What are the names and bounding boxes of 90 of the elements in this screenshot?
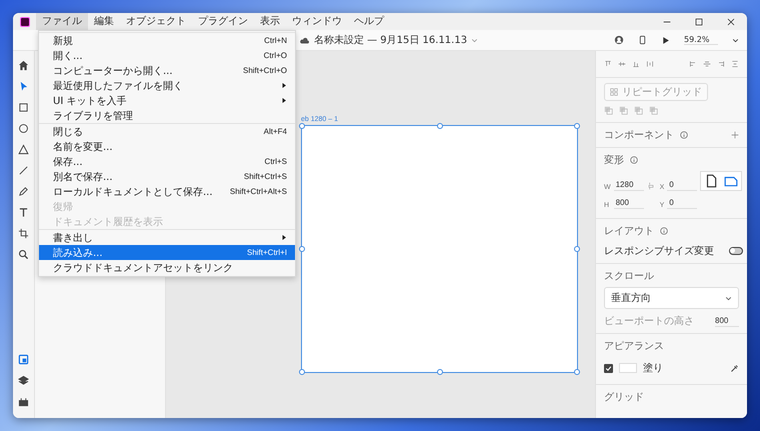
section-title: アピアランス: [604, 341, 664, 352]
check-icon: [605, 364, 612, 372]
layers-icon[interactable]: [18, 375, 29, 386]
menu-item[interactable]: 読み込み... Shift+Ctrl+I: [39, 245, 295, 260]
field-label: ビューポートの高さ: [604, 314, 694, 328]
menu-item[interactable]: ライブラリを管理: [39, 108, 295, 123]
mobile-icon[interactable]: [638, 35, 647, 45]
menu-item[interactable]: 表示: [254, 13, 286, 30]
menu-item[interactable]: 最近使用したファイルを開く: [39, 78, 295, 93]
submenu-arrow-icon: [281, 234, 287, 241]
eyedropper-icon[interactable]: [730, 364, 739, 372]
artboard-tool-icon[interactable]: [18, 228, 29, 239]
menu-item[interactable]: 名前を変更...: [39, 139, 295, 154]
chevron-down-icon: [725, 294, 732, 302]
play-icon[interactable]: [661, 36, 670, 44]
info-icon[interactable]: [630, 156, 638, 164]
align-icon[interactable]: [618, 60, 626, 68]
pen-tool-icon[interactable]: [18, 186, 29, 197]
menu-item[interactable]: 書き出し: [39, 230, 295, 245]
resize-handle[interactable]: [299, 246, 305, 252]
section-title: グリッド: [604, 392, 644, 403]
triangle-tool-icon[interactable]: [18, 144, 29, 155]
menu-item[interactable]: ファイル: [36, 13, 88, 30]
maximize-icon[interactable]: [695, 18, 703, 26]
align-icon[interactable]: [689, 60, 697, 68]
info-icon[interactable]: [680, 131, 688, 139]
section-title: スクロール: [604, 271, 654, 282]
fill-label: 塗り: [643, 362, 663, 375]
resize-handle[interactable]: [299, 369, 305, 375]
app-logo-icon: [20, 16, 30, 26]
input-field[interactable]: 800: [614, 197, 644, 209]
line-tool-icon[interactable]: [18, 165, 29, 176]
submenu-arrow-icon: [281, 97, 287, 104]
menu-item[interactable]: 新規 Ctrl+N: [39, 33, 295, 48]
menu-item[interactable]: 開く... Ctrl+O: [39, 48, 295, 63]
close-icon[interactable]: [727, 18, 735, 26]
menu-item[interactable]: UI キットを入手: [39, 93, 295, 108]
input-field[interactable]: 0: [667, 179, 698, 191]
user-icon[interactable]: [614, 35, 624, 45]
menu-item[interactable]: コンピューターから開く... Shift+Ctrl+O: [39, 63, 295, 78]
menu-item[interactable]: オブジェクト: [120, 13, 192, 30]
resize-handle[interactable]: [299, 123, 305, 129]
menu-item[interactable]: 編集: [88, 13, 120, 30]
menu-item[interactable]: 別名で保存... Shift+Ctrl+S: [39, 169, 295, 184]
menu-item[interactable]: 保存... Ctrl+S: [39, 154, 295, 169]
section-title: レイアウト: [604, 225, 654, 238]
resize-handle[interactable]: [436, 369, 442, 375]
menu-item[interactable]: ヘルプ: [348, 13, 390, 30]
color-swatch[interactable]: [619, 363, 637, 373]
input-field[interactable]: 1280: [614, 179, 644, 191]
align-icon[interactable]: [703, 60, 711, 68]
search-icon[interactable]: [18, 249, 29, 260]
menu-item[interactable]: クラウドドキュメントアセットをリンク: [39, 260, 295, 275]
zoom-level[interactable]: 59.2%: [684, 35, 718, 45]
menu-item[interactable]: ローカルドキュメントとして保存... Shift+Ctrl+Alt+S: [39, 184, 295, 199]
resize-handle[interactable]: [436, 123, 442, 129]
checkbox[interactable]: [604, 364, 613, 372]
text-tool-icon[interactable]: [18, 207, 29, 218]
align-icon[interactable]: [632, 60, 640, 68]
menu-item[interactable]: ウィンドウ: [286, 13, 348, 30]
align-icon[interactable]: [731, 60, 739, 68]
scroll-dropdown[interactable]: 垂直方向: [604, 287, 739, 309]
plus-icon[interactable]: [731, 131, 739, 139]
home-icon[interactable]: [18, 60, 29, 71]
cloud-icon: [298, 36, 310, 44]
chevron-down-icon[interactable]: [732, 36, 739, 44]
plugins-icon[interactable]: [18, 396, 29, 407]
setting-label: レスポンシブサイズ変更: [604, 244, 714, 258]
menu-item[interactable]: プラグイン: [192, 13, 254, 30]
resize-handle[interactable]: [574, 369, 580, 375]
grid-icon: [610, 88, 618, 96]
toggle-switch[interactable]: [729, 247, 743, 255]
submenu-arrow-icon: [281, 82, 287, 89]
input-field[interactable]: 0: [667, 197, 698, 209]
document-title: 名称未設定 — 9月15日 16.11.13: [314, 34, 468, 47]
resize-handle[interactable]: [574, 246, 580, 252]
menu-item[interactable]: 閉じる Alt+F4: [39, 124, 295, 139]
rectangle-tool-icon[interactable]: [18, 102, 29, 113]
ellipse-tool-icon[interactable]: [18, 123, 29, 134]
section-title: 変形: [604, 154, 624, 167]
select-tool-icon[interactable]: [18, 81, 29, 92]
align-icon[interactable]: [604, 60, 612, 68]
assets-icon[interactable]: [18, 354, 29, 365]
lock-icon[interactable]: [646, 181, 655, 191]
section-title: コンポーネント: [604, 129, 674, 142]
input-field[interactable]: 800: [715, 315, 739, 327]
align-icon[interactable]: [646, 60, 654, 68]
align-icon[interactable]: [717, 60, 725, 68]
info-icon[interactable]: [660, 227, 668, 235]
resize-handle[interactable]: [574, 123, 580, 129]
